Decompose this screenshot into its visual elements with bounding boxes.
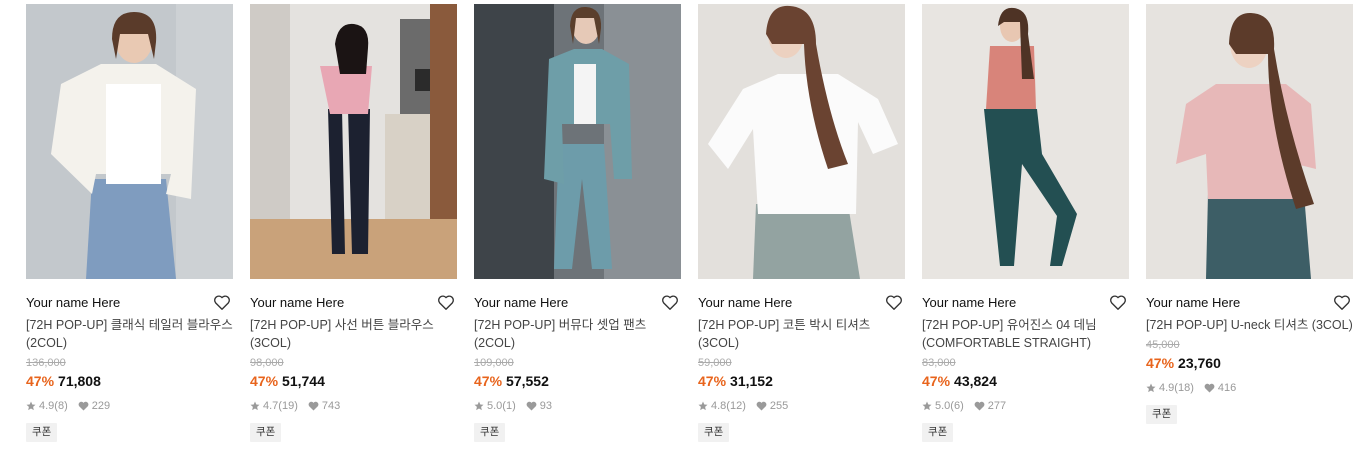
like-count: 229: [91, 400, 111, 412]
sale-price: 51,744: [282, 373, 325, 389]
like-count: 416: [1217, 382, 1237, 394]
discount-rate: 47%: [922, 373, 951, 389]
discount-rate: 47%: [1146, 355, 1175, 371]
like-heart-icon: [756, 401, 767, 411]
review-count: (12): [726, 400, 746, 412]
product-card[interactable]: Your name Here [72H POP-UP] U-neck 티셔츠 (…: [1146, 4, 1353, 424]
like-heart-icon: [308, 401, 319, 411]
like-heart-icon: [78, 401, 89, 411]
sale-price: 23,760: [1178, 355, 1221, 371]
heart-outline-icon[interactable]: [213, 294, 231, 311]
like-heart-icon: [974, 401, 985, 411]
brand-name[interactable]: Your name Here: [250, 293, 457, 313]
review-count: (6): [950, 400, 964, 412]
sale-price: 31,152: [730, 373, 773, 389]
coupon-badge: 쿠폰: [698, 423, 730, 442]
sale-price: 43,824: [954, 373, 997, 389]
like-count: 255: [769, 400, 789, 412]
heart-outline-icon[interactable]: [885, 294, 903, 311]
product-name[interactable]: [72H POP-UP] 코튼 박시 티셔츠 (3COL): [698, 316, 905, 352]
like-count: 277: [987, 400, 1007, 412]
discount-rate: 47%: [474, 373, 503, 389]
product-card[interactable]: Your name Here [72H POP-UP] 유어진스 04 데님 (…: [922, 4, 1129, 442]
sale-price: 57,552: [506, 373, 549, 389]
brand-name[interactable]: Your name Here: [922, 293, 1129, 313]
discount-rate: 47%: [698, 373, 727, 389]
product-image[interactable]: [1146, 4, 1353, 279]
original-price: 59,000: [698, 357, 732, 369]
star-icon: [26, 401, 36, 411]
product-name[interactable]: [72H POP-UP] 버뮤다 셋업 팬츠 (2COL): [474, 316, 681, 352]
coupon-badge: 쿠폰: [474, 423, 506, 442]
rating: 5.0: [487, 400, 503, 412]
product-image[interactable]: [698, 4, 905, 279]
brand-name[interactable]: Your name Here: [1146, 293, 1353, 313]
heart-outline-icon[interactable]: [437, 294, 455, 311]
heart-outline-icon[interactable]: [1333, 294, 1351, 311]
rating: 4.7: [263, 400, 279, 412]
like-heart-icon: [526, 401, 537, 411]
brand-name[interactable]: Your name Here: [698, 293, 905, 313]
star-icon: [250, 401, 260, 411]
coupon-badge: 쿠폰: [26, 423, 58, 442]
heart-outline-icon[interactable]: [1109, 294, 1127, 311]
product-name[interactable]: [72H POP-UP] 사선 버튼 블라우스 (3COL): [250, 316, 457, 352]
original-price: 45,000: [1146, 339, 1180, 351]
sale-price: 71,808: [58, 373, 101, 389]
star-icon: [922, 401, 932, 411]
product-name[interactable]: [72H POP-UP] 유어진스 04 데님 (COMFORTABLE STR…: [922, 316, 1129, 352]
like-count: 93: [539, 400, 552, 412]
product-card[interactable]: Your name Here [72H POP-UP] 클래식 테일러 블라우스…: [26, 4, 233, 442]
coupon-badge: 쿠폰: [922, 423, 954, 442]
rating: 4.9: [1159, 382, 1175, 394]
original-price: 109,000: [474, 357, 514, 369]
product-name[interactable]: [72H POP-UP] 클래식 테일러 블라우스 (2COL): [26, 316, 233, 352]
original-price: 83,000: [922, 357, 956, 369]
discount-rate: 47%: [250, 373, 279, 389]
product-image[interactable]: [922, 4, 1129, 279]
product-card[interactable]: Your name Here [72H POP-UP] 버뮤다 셋업 팬츠 (2…: [474, 4, 681, 442]
rating: 4.8: [711, 400, 727, 412]
review-count: (8): [54, 400, 68, 412]
review-count: (19): [278, 400, 298, 412]
star-icon: [1146, 383, 1156, 393]
coupon-badge: 쿠폰: [1146, 405, 1178, 424]
product-card[interactable]: Your name Here [72H POP-UP] 코튼 박시 티셔츠 (3…: [698, 4, 905, 442]
brand-name[interactable]: Your name Here: [474, 293, 681, 313]
rating: 5.0: [935, 400, 951, 412]
coupon-badge: 쿠폰: [250, 423, 282, 442]
product-image[interactable]: [474, 4, 681, 279]
product-name[interactable]: [72H POP-UP] U-neck 티셔츠 (3COL): [1146, 316, 1353, 334]
original-price: 98,000: [250, 357, 284, 369]
heart-outline-icon[interactable]: [661, 294, 679, 311]
rating: 4.9: [39, 400, 55, 412]
review-count: (1): [502, 400, 516, 412]
star-icon: [698, 401, 708, 411]
review-count: (18): [1174, 382, 1194, 394]
product-image[interactable]: [250, 4, 457, 279]
product-image[interactable]: [26, 4, 233, 279]
like-count: 743: [321, 400, 341, 412]
like-heart-icon: [1204, 383, 1215, 393]
discount-rate: 47%: [26, 373, 55, 389]
star-icon: [474, 401, 484, 411]
product-card[interactable]: Your name Here [72H POP-UP] 사선 버튼 블라우스 (…: [250, 4, 457, 442]
brand-name[interactable]: Your name Here: [26, 293, 233, 313]
original-price: 136,000: [26, 357, 66, 369]
